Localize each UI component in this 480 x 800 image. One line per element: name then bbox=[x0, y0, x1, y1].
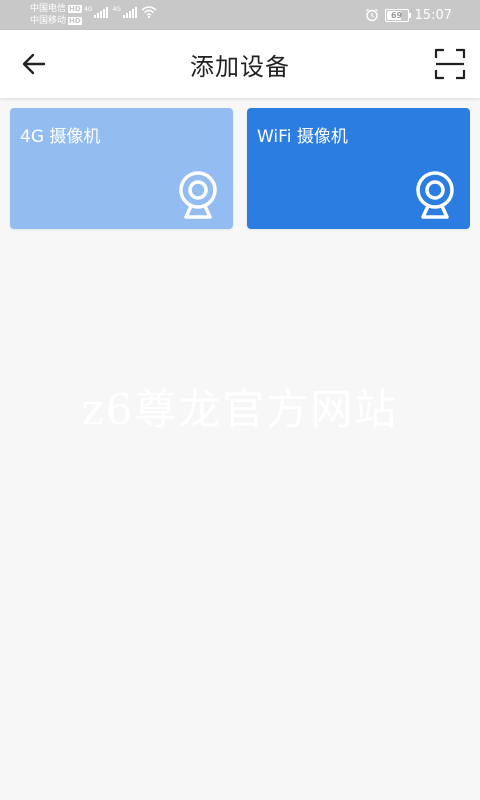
hd-badge: HD bbox=[68, 5, 82, 13]
back-button[interactable] bbox=[18, 50, 50, 78]
signal-indicators: 4G 4G bbox=[84, 6, 157, 18]
device-card-wifi-camera[interactable]: WiFi 摄像机 bbox=[247, 108, 470, 229]
device-card-label: WiFi 摄像机 bbox=[257, 127, 348, 147]
page-title: 添加设备 bbox=[190, 52, 290, 81]
signal-icon: 4G bbox=[84, 6, 109, 18]
network-type: 4G bbox=[84, 6, 93, 13]
clock: 15:07 bbox=[414, 7, 452, 23]
battery-level: 69 bbox=[390, 10, 403, 20]
watermark-text: z6尊龙官方网站 bbox=[81, 385, 399, 434]
wifi-icon bbox=[141, 6, 157, 18]
device-card-4g-camera[interactable]: 4G 摄像机 bbox=[10, 108, 233, 229]
webcam-icon bbox=[179, 171, 217, 219]
arrow-left-icon bbox=[22, 53, 46, 75]
device-type-list: 4G 摄像机 WiFi 摄像机 bbox=[10, 108, 470, 229]
carrier-1-name: 中国电信 bbox=[30, 4, 67, 14]
network-type: 4G bbox=[112, 6, 121, 13]
webcam-icon bbox=[416, 171, 454, 219]
signal-icon: 4G bbox=[112, 6, 137, 18]
alarm-icon bbox=[365, 8, 378, 22]
battery-icon: 69 bbox=[384, 8, 411, 22]
app-bar: 添加设备 bbox=[0, 30, 480, 98]
carrier-info: 中国电信 HD 中国移动 HD bbox=[30, 3, 82, 27]
device-card-label: 4G 摄像机 bbox=[20, 127, 101, 147]
scan-button[interactable] bbox=[432, 46, 468, 82]
carrier-2-name: 中国移动 bbox=[30, 16, 67, 26]
status-bar: 中国电信 HD 中国移动 HD 4G 4G 69 15:07 bbox=[0, 0, 480, 30]
hd-badge: HD bbox=[68, 17, 82, 25]
status-right: 69 15:07 bbox=[365, 0, 452, 30]
scan-icon bbox=[434, 48, 466, 80]
